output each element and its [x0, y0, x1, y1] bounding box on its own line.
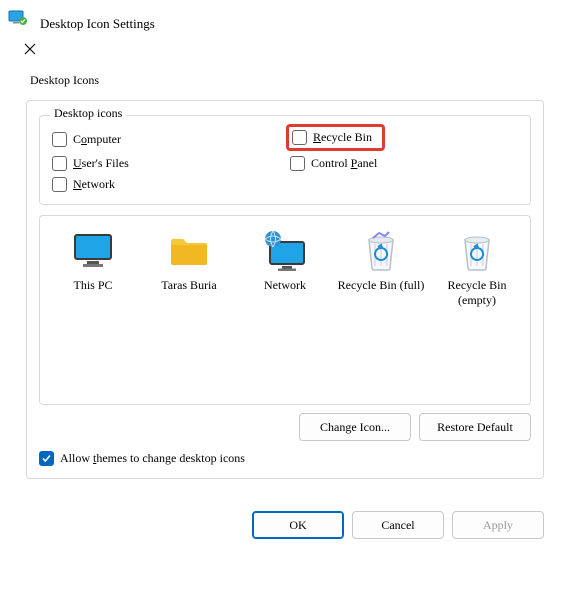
dialog-button-row: OK Cancel Apply [8, 501, 562, 553]
apply-button[interactable]: Apply [452, 511, 544, 539]
network-icon [240, 226, 330, 276]
checkbox-label: Computer [73, 132, 121, 147]
checkbox-control-panel[interactable]: Control Panel [290, 156, 518, 171]
icon-preview-list[interactable]: This PC Taras Buria [39, 215, 531, 405]
icon-button-row: Change Icon... Restore Default [39, 413, 531, 441]
icon-item-user-folder[interactable]: Taras Buria [144, 226, 234, 293]
checkbox-icon [39, 451, 54, 466]
icon-label: Recycle Bin (empty) [432, 278, 522, 308]
folder-icon [144, 226, 234, 276]
main-panel: Desktop icons Computer Recycle Bin [26, 100, 544, 479]
checkbox-icon [52, 156, 67, 171]
icon-item-recycle-empty[interactable]: Recycle Bin (empty) [432, 226, 522, 308]
checkbox-recycle-bin-highlight: Recycle Bin [290, 128, 518, 150]
checkbox-label: Control Panel [311, 156, 377, 171]
dialog-window: Desktop Icon Settings Desktop Icons Desk… [8, 8, 562, 553]
checkbox-label: User's Files [73, 156, 129, 171]
allow-themes-checkbox[interactable]: Allow themes to change desktop icons [39, 451, 531, 466]
change-icon-button[interactable]: Change Icon... [299, 413, 411, 441]
recycle-full-icon [336, 226, 426, 276]
checkbox-label: Network [73, 177, 115, 192]
ok-button[interactable]: OK [252, 511, 344, 539]
app-icon [8, 15, 32, 32]
checkbox-icon [52, 177, 67, 192]
restore-default-button[interactable]: Restore Default [419, 413, 531, 441]
icon-item-this-pc[interactable]: This PC [48, 226, 138, 293]
content-area: Desktop Icons Desktop icons Computer [8, 65, 562, 501]
tab-desktop-icons[interactable]: Desktop Icons [26, 69, 544, 100]
group-title: Desktop icons [50, 106, 126, 121]
icon-label: Recycle Bin (full) [336, 278, 426, 293]
close-icon [24, 43, 36, 55]
cancel-button[interactable]: Cancel [352, 511, 444, 539]
icon-item-recycle-full[interactable]: Recycle Bin (full) [336, 226, 426, 293]
close-button[interactable] [8, 33, 52, 65]
checkbox-icon [292, 130, 307, 145]
window-title: Desktop Icon Settings [40, 16, 155, 31]
checkbox-label: Allow themes to change desktop icons [60, 451, 245, 466]
icon-label: Network [240, 278, 330, 293]
desktop-icons-group: Desktop icons Computer Recycle Bin [39, 115, 531, 205]
checkbox-users-files[interactable]: User's Files [52, 156, 280, 171]
icon-label: This PC [48, 278, 138, 293]
checkbox-icon [52, 132, 67, 147]
checkbox-icon [290, 156, 305, 171]
icon-item-network[interactable]: Network [240, 226, 330, 293]
recycle-empty-icon [432, 226, 522, 276]
checkbox-network[interactable]: Network [52, 177, 280, 192]
checkbox-label: Recycle Bin [313, 130, 372, 145]
checkbox-recycle-bin[interactable]: Recycle Bin [292, 130, 372, 145]
titlebar: Desktop Icon Settings [8, 8, 562, 65]
this-pc-icon [48, 226, 138, 276]
icon-label: Taras Buria [144, 278, 234, 293]
checkbox-computer[interactable]: Computer [52, 128, 280, 150]
